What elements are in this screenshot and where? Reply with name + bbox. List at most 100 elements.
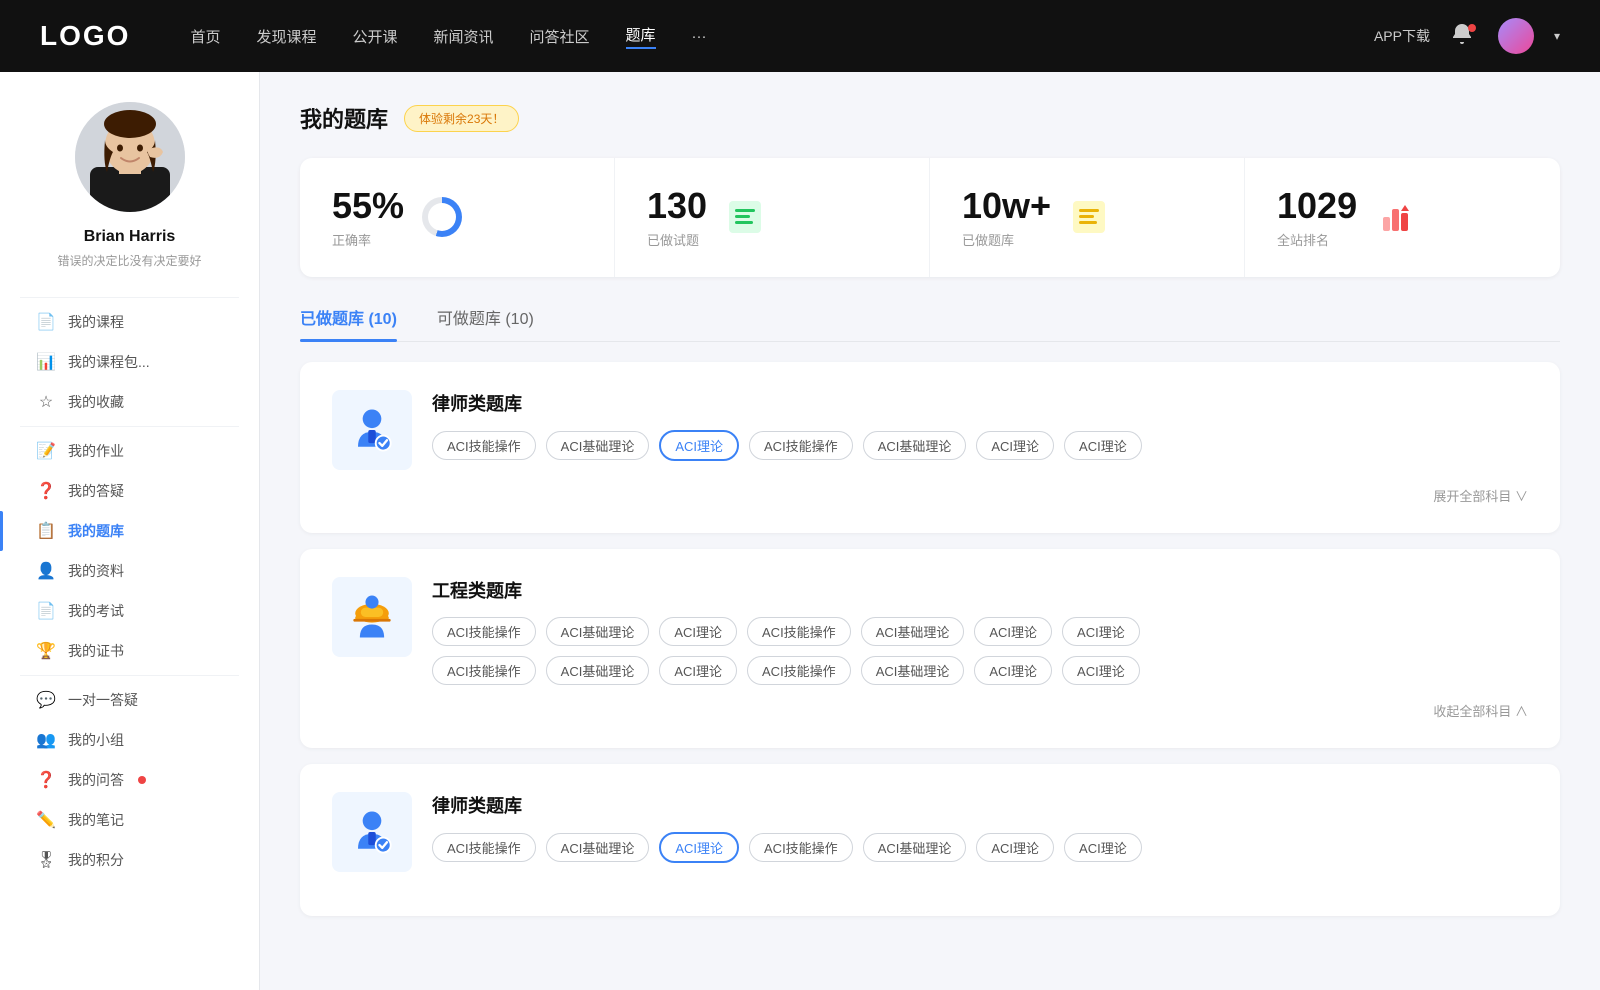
stat-ranking: 1029 全站排名 [1245, 158, 1560, 277]
qbank-lawyer-icon-2 [332, 792, 412, 872]
nav-qa[interactable]: 问答社区 [530, 26, 590, 47]
sidebar-label-qa: 我的答疑 [68, 481, 124, 501]
user-motto: 错误的决定比没有决定要好 [57, 252, 201, 269]
sidebar-item-coursepack[interactable]: 📊 我的课程包... [20, 342, 239, 382]
tag-3-1[interactable]: ACI技能操作 [432, 833, 536, 862]
sidebar-item-profile[interactable]: 👤 我的资料 [20, 551, 239, 591]
stat-accuracy-label: 正确率 [332, 230, 404, 249]
user-avatar-nav[interactable] [1498, 18, 1534, 54]
tag-2-5[interactable]: ACI基础理论 [861, 617, 965, 646]
tag-1-3[interactable]: ACI理论 [659, 430, 739, 461]
nav-news[interactable]: 新闻资讯 [434, 26, 494, 47]
tag-3-4[interactable]: ACI技能操作 [749, 833, 853, 862]
qbank-engineer-icon [332, 577, 412, 657]
sidebar-label-courses: 我的课程 [68, 312, 124, 332]
tag-2-2[interactable]: ACI基础理论 [546, 617, 650, 646]
tag-2b-2[interactable]: ACI基础理论 [546, 656, 650, 685]
qbank-title-1: 律师类题库 [432, 390, 1528, 416]
qbank-info: 律师类题库 ACI技能操作 ACI基础理论 ACI理论 ACI技能操作 ACI基… [432, 390, 1528, 461]
sidebar-label-qbank: 我的题库 [68, 521, 124, 541]
tag-2b-1[interactable]: ACI技能操作 [432, 656, 536, 685]
sidebar-item-questions[interactable]: ❓ 我的问答 [20, 760, 239, 800]
notification-dot [1468, 24, 1476, 32]
tag-3-6[interactable]: ACI理论 [976, 833, 1054, 862]
tag-2b-4[interactable]: ACI技能操作 [747, 656, 851, 685]
sidebar-item-group[interactable]: 👥 我的小组 [20, 720, 239, 760]
stat-done-questions-label: 已做试题 [647, 230, 707, 249]
sidebar-item-1on1[interactable]: 💬 一对一答疑 [20, 680, 239, 720]
tag-3-3[interactable]: ACI理论 [659, 832, 739, 863]
qbank-info-2: 工程类题库 ACI技能操作 ACI基础理论 ACI理论 ACI技能操作 ACI基… [432, 577, 1528, 685]
group-icon: 👥 [36, 730, 56, 750]
1on1-icon: 💬 [36, 690, 56, 710]
qbank-card-engineer: 工程类题库 ACI技能操作 ACI基础理论 ACI理论 ACI技能操作 ACI基… [300, 549, 1560, 748]
nav-qbank[interactable]: 题库 [626, 24, 656, 49]
sidebar: Brian Harris 错误的决定比没有决定要好 📄 我的课程 📊 我的课程包… [0, 72, 260, 990]
points-icon: 🎖 [36, 850, 56, 870]
tag-2-7[interactable]: ACI理论 [1062, 617, 1140, 646]
tab-done-banks[interactable]: 已做题库 (10) [300, 305, 397, 341]
tag-2-3[interactable]: ACI理论 [659, 617, 737, 646]
qbank-lawyer-icon [332, 390, 412, 470]
stat-accuracy-value: 55% [332, 186, 404, 226]
page-title: 我的题库 [300, 102, 388, 134]
tag-1-5[interactable]: ACI基础理论 [863, 431, 967, 460]
tag-2-1[interactable]: ACI技能操作 [432, 617, 536, 646]
main-layout: Brian Harris 错误的决定比没有决定要好 📄 我的课程 📊 我的课程包… [0, 72, 1600, 990]
expand-link-2[interactable]: 收起全部科目 ∧ [332, 701, 1528, 720]
active-indicator [0, 511, 3, 551]
nav-more[interactable]: ··· [692, 28, 707, 45]
tags-row-1: ACI技能操作 ACI基础理论 ACI理论 ACI技能操作 ACI基础理论 AC… [432, 430, 1528, 461]
sidebar-item-exam[interactable]: 📄 我的考试 [20, 591, 239, 631]
questions-notification-dot [138, 776, 146, 784]
sidebar-item-qa[interactable]: ❓ 我的答疑 [20, 471, 239, 511]
accuracy-icon [420, 195, 464, 239]
tag-3-5[interactable]: ACI基础理论 [863, 833, 967, 862]
tag-1-6[interactable]: ACI理论 [976, 431, 1054, 460]
tag-2-6[interactable]: ACI理论 [974, 617, 1052, 646]
divider-3 [20, 675, 239, 676]
tag-1-2[interactable]: ACI基础理论 [546, 431, 650, 460]
tag-3-7[interactable]: ACI理论 [1064, 833, 1142, 862]
main-content: 我的题库 体验剩余23天！ 55% 正确率 130 已做试题 [260, 72, 1600, 990]
sidebar-item-favorites[interactable]: ☆ 我的收藏 [20, 382, 239, 422]
navbar: LOGO 首页 发现课程 公开课 新闻资讯 问答社区 题库 ··· APP下载 … [0, 0, 1600, 72]
tag-2b-5[interactable]: ACI基础理论 [861, 656, 965, 685]
tag-2b-3[interactable]: ACI理论 [659, 656, 737, 685]
sidebar-item-points[interactable]: 🎖 我的积分 [20, 840, 239, 880]
list-green-icon [723, 195, 767, 239]
favorites-icon: ☆ [36, 392, 56, 412]
tag-2-4[interactable]: ACI技能操作 [747, 617, 851, 646]
nav-discover[interactable]: 发现课程 [256, 26, 316, 47]
expand-link-1[interactable]: 展开全部科目 ∨ [332, 486, 1528, 505]
nav-home[interactable]: 首页 [190, 26, 220, 47]
tag-1-1[interactable]: ACI技能操作 [432, 431, 536, 460]
chart-red-icon [1373, 195, 1417, 239]
tag-1-7[interactable]: ACI理论 [1064, 431, 1142, 460]
sidebar-item-courses[interactable]: 📄 我的课程 [20, 302, 239, 342]
tag-2b-7[interactable]: ACI理论 [1062, 656, 1140, 685]
nav-open-course[interactable]: 公开课 [352, 26, 397, 47]
sidebar-item-notes[interactable]: ✏️ 我的笔记 [20, 800, 239, 840]
certificate-icon: 🏆 [36, 641, 56, 661]
stat-ranking-label: 全站排名 [1277, 230, 1357, 249]
logo: LOGO [40, 20, 130, 52]
courses-icon: 📄 [36, 312, 56, 332]
user-avatar [75, 102, 185, 212]
page-header: 我的题库 体验剩余23天！ [300, 102, 1560, 134]
stat-done-banks-label: 已做题库 [962, 230, 1051, 249]
sidebar-item-certificate[interactable]: 🏆 我的证书 [20, 631, 239, 671]
user-menu-chevron[interactable]: ▾ [1554, 29, 1560, 43]
sidebar-item-qbank[interactable]: 📋 我的题库 [20, 511, 239, 551]
sidebar-item-homework[interactable]: 📝 我的作业 [20, 431, 239, 471]
nav-menu: 首页 发现课程 公开课 新闻资讯 问答社区 题库 ··· [190, 24, 1374, 49]
tag-2b-6[interactable]: ACI理论 [974, 656, 1052, 685]
notification-bell[interactable] [1450, 22, 1478, 50]
tab-available-banks[interactable]: 可做题库 (10) [437, 305, 534, 341]
qbank-card-lawyer-1: 律师类题库 ACI技能操作 ACI基础理论 ACI理论 ACI技能操作 ACI基… [300, 362, 1560, 533]
tags-row-3: ACI技能操作 ACI基础理论 ACI理论 ACI技能操作 ACI基础理论 AC… [432, 832, 1528, 863]
app-download-link[interactable]: APP下载 [1374, 26, 1430, 46]
qbank-card-header-2: 工程类题库 ACI技能操作 ACI基础理论 ACI理论 ACI技能操作 ACI基… [332, 577, 1528, 685]
tag-1-4[interactable]: ACI技能操作 [749, 431, 853, 460]
tag-3-2[interactable]: ACI基础理论 [546, 833, 650, 862]
